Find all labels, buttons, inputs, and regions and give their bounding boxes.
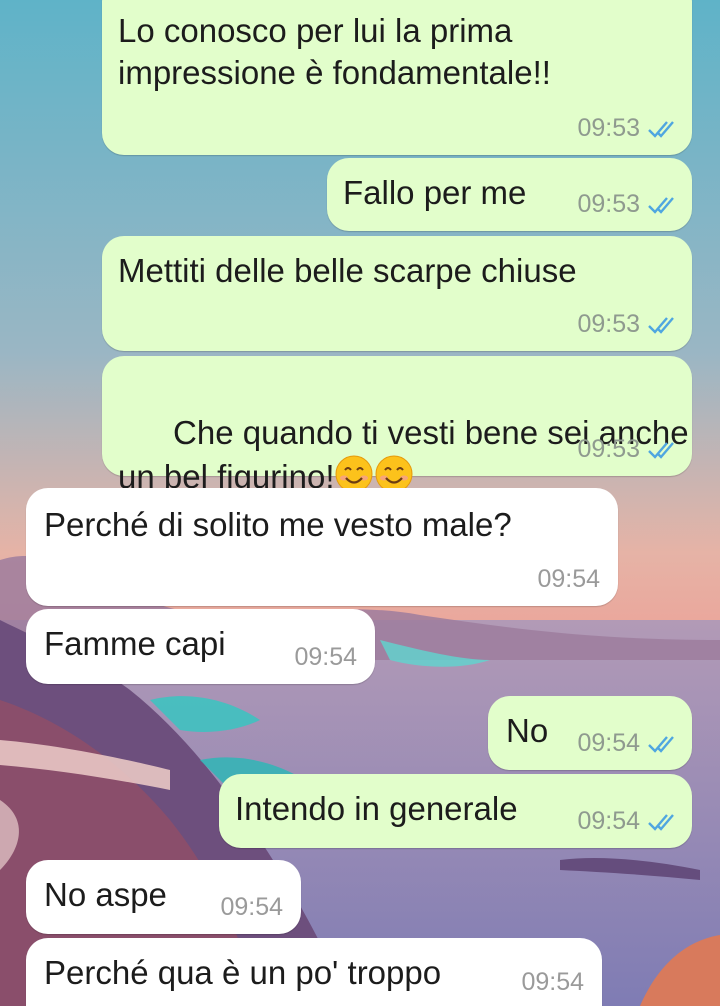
message-text: Mettiti delle belle scarpe chiuse bbox=[118, 252, 577, 289]
double-check-read-icon bbox=[646, 811, 678, 833]
message-time: 09:54 bbox=[537, 565, 600, 593]
incoming-message-bubble[interactable]: Perché di solito me vesto male? 09:54 bbox=[26, 488, 618, 606]
message-text: Fallo per me bbox=[343, 174, 527, 211]
message-time: 09:53 bbox=[577, 435, 640, 463]
message-time: 09:54 bbox=[220, 893, 283, 921]
message-time: 09:54 bbox=[577, 807, 640, 835]
message-meta: 09:54 bbox=[537, 565, 600, 594]
outgoing-message-bubble[interactable]: No 09:54 bbox=[488, 696, 692, 770]
double-check-read-icon bbox=[646, 439, 678, 461]
outgoing-message-bubble[interactable]: Fallo per me 09:53 bbox=[327, 158, 692, 231]
incoming-message-bubble[interactable]: No aspe 09:54 bbox=[26, 860, 301, 934]
outgoing-message-bubble[interactable]: Intendo in generale 09:54 bbox=[219, 774, 692, 848]
chat-message-list[interactable]: Lo conosco per lui la prima impressione … bbox=[0, 0, 720, 1006]
message-text: No bbox=[506, 712, 549, 749]
incoming-message-bubble[interactable]: Famme capi 09:54 bbox=[26, 609, 375, 684]
outgoing-message-bubble[interactable]: Lo conosco per lui la prima impressione … bbox=[102, 0, 692, 155]
message-meta: 09:53 bbox=[577, 435, 678, 464]
message-meta: 09:54 bbox=[577, 729, 678, 758]
message-meta: 09:54 bbox=[521, 968, 584, 997]
message-time: 09:54 bbox=[577, 729, 640, 757]
message-text: Perché qua è un po' troppo bbox=[44, 954, 442, 991]
outgoing-message-bubble[interactable]: Mettiti delle belle scarpe chiuse 09:53 bbox=[102, 236, 692, 351]
message-text: Famme capi bbox=[44, 625, 226, 662]
message-text: Intendo in generale bbox=[235, 790, 518, 827]
message-meta: 09:54 bbox=[220, 893, 283, 922]
message-meta: 09:54 bbox=[294, 643, 357, 672]
incoming-message-bubble[interactable]: Perché qua è un po' troppo 09:54 bbox=[26, 938, 602, 1006]
double-check-read-icon bbox=[646, 314, 678, 336]
message-meta: 09:53 bbox=[577, 190, 678, 219]
double-check-read-icon bbox=[646, 194, 678, 216]
double-check-read-icon bbox=[646, 118, 678, 140]
message-time: 09:53 bbox=[577, 310, 640, 338]
outgoing-message-bubble[interactable]: Che quando ti vesti bene sei anche un bel… bbox=[102, 356, 692, 495]
message-text: Lo conosco per lui la prima impressione … bbox=[118, 12, 551, 91]
message-time: 09:54 bbox=[521, 968, 584, 996]
message-time: 09:53 bbox=[577, 114, 640, 142]
message-meta: 09:53 bbox=[577, 310, 678, 339]
message-time: 09:54 bbox=[294, 643, 357, 671]
message-meta: 09:54 bbox=[577, 807, 678, 836]
message-text: No aspe bbox=[44, 876, 167, 913]
double-check-read-icon bbox=[646, 733, 678, 755]
message-text: Perché di solito me vesto male? bbox=[44, 506, 512, 543]
message-meta: 09:53 bbox=[577, 114, 678, 143]
message-time: 09:53 bbox=[577, 190, 640, 218]
